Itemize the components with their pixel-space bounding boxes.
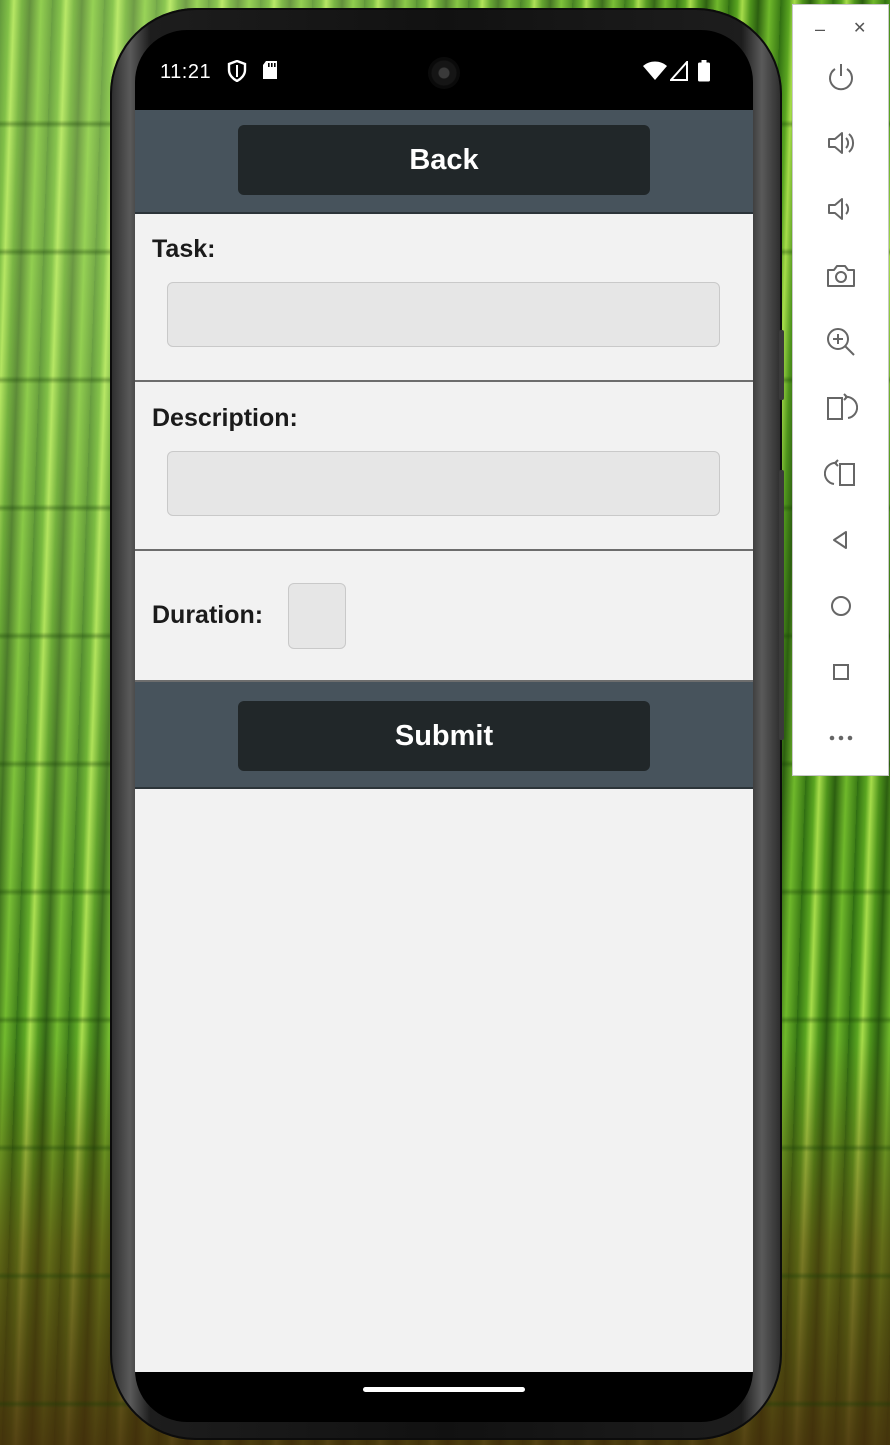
minimize-icon[interactable]: – bbox=[815, 17, 825, 41]
camera-icon[interactable] bbox=[821, 256, 861, 296]
volume-down-icon[interactable] bbox=[821, 189, 861, 229]
app-content: Back Task: Description: Duration: Submit bbox=[135, 110, 753, 1372]
phone-volume-rocker bbox=[779, 470, 784, 740]
task-label: Task: bbox=[152, 235, 216, 263]
description-label: Description: bbox=[152, 404, 298, 432]
duration-input[interactable] bbox=[288, 583, 346, 649]
task-section: Task: bbox=[135, 214, 753, 382]
rotate-left-icon[interactable] bbox=[821, 454, 861, 494]
home-indicator[interactable] bbox=[363, 1387, 525, 1392]
task-input[interactable] bbox=[167, 282, 720, 347]
bottom-bar: Submit bbox=[135, 682, 753, 789]
volume-up-icon[interactable] bbox=[821, 123, 861, 163]
sd-card-icon bbox=[262, 60, 278, 80]
close-icon[interactable]: ✕ bbox=[853, 17, 866, 41]
cell-signal-icon bbox=[670, 61, 688, 81]
back-button[interactable]: Back bbox=[238, 125, 650, 195]
wifi-icon bbox=[643, 61, 667, 81]
top-bar: Back bbox=[135, 110, 753, 214]
more-icon[interactable] bbox=[821, 718, 861, 758]
duration-label: Duration: bbox=[152, 601, 264, 629]
overview-icon[interactable] bbox=[821, 652, 861, 692]
front-camera bbox=[428, 57, 460, 89]
rotate-right-icon[interactable] bbox=[821, 388, 861, 428]
battery-icon bbox=[698, 60, 710, 82]
status-time: 11:21 bbox=[160, 61, 212, 83]
power-icon[interactable] bbox=[821, 57, 861, 97]
phone-screen: 11:21 Back Task: Description: Duration: … bbox=[135, 30, 753, 1422]
description-section: Description: bbox=[135, 382, 753, 551]
window-controls: – ✕ bbox=[793, 17, 890, 41]
status-bar: 11:21 bbox=[135, 30, 753, 110]
back-icon[interactable] bbox=[821, 520, 861, 560]
emulator-toolbar: – ✕ bbox=[792, 4, 889, 776]
duration-section: Duration: bbox=[135, 551, 753, 682]
phone-side-button bbox=[779, 330, 784, 400]
home-icon[interactable] bbox=[821, 586, 861, 626]
shield-icon bbox=[227, 60, 247, 82]
zoom-icon[interactable] bbox=[821, 322, 861, 362]
description-input[interactable] bbox=[167, 451, 720, 516]
submit-button[interactable]: Submit bbox=[238, 701, 650, 771]
